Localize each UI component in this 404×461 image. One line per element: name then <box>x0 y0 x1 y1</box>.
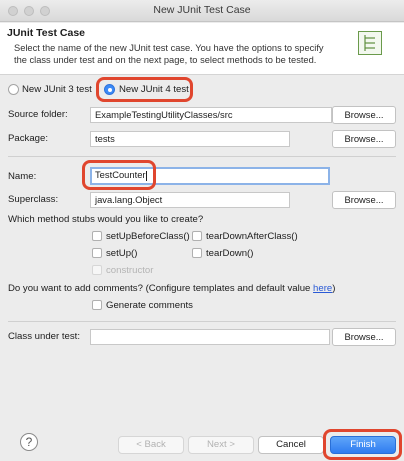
teardown-checkbox[interactable] <box>192 248 202 258</box>
junit3-radio[interactable] <box>8 84 19 95</box>
separator <box>8 156 396 157</box>
setup-label: setUp() <box>106 248 138 259</box>
wizard-title: JUnit Test Case <box>7 27 85 39</box>
comments-question-text: Do you want to add comments? (Configure … <box>8 283 314 294</box>
generate-comments-label: Generate comments <box>106 300 193 311</box>
source-folder-browse-button[interactable]: Browse... <box>332 106 396 124</box>
junit-wizard-icon <box>358 31 382 55</box>
configure-templates-link[interactable]: here <box>313 283 332 294</box>
teardown-label: tearDown() <box>206 248 254 259</box>
superclass-label: Superclass: <box>8 194 59 205</box>
teardownafterclass-checkbox[interactable] <box>192 231 202 241</box>
generate-comments-checkbox[interactable] <box>92 300 102 310</box>
junit3-label: New JUnit 3 test <box>22 84 92 95</box>
cancel-button[interactable]: Cancel <box>258 436 324 454</box>
class-under-test-label: Class under test: <box>8 331 80 342</box>
title-bar: New JUnit Test Case <box>0 0 404 22</box>
finish-highlight <box>323 429 402 460</box>
class-under-test-field[interactable] <box>90 329 330 345</box>
package-browse-button[interactable]: Browse... <box>332 130 396 148</box>
teardownafterclass-label: tearDownAfterClass() <box>206 231 298 242</box>
superclass-browse-button[interactable]: Browse... <box>332 191 396 209</box>
window-title: New JUnit Test Case <box>153 4 251 16</box>
class-under-test-browse-button[interactable]: Browse... <box>332 328 396 346</box>
setup-checkbox[interactable] <box>92 248 102 258</box>
source-folder-label: Source folder: <box>8 109 68 120</box>
back-button[interactable]: < Back <box>118 436 184 454</box>
setupbeforeclass-checkbox[interactable] <box>92 231 102 241</box>
setupbeforeclass-label: setUpBeforeClass() <box>106 231 190 242</box>
wizard-header: JUnit Test Case Select the name of the n… <box>0 23 404 75</box>
junit-wizard-window: New JUnit Test Case JUnit Test Case Sele… <box>0 0 404 461</box>
wizard-description: Select the name of the new JUnit test ca… <box>14 43 324 65</box>
package-label: Package: <box>8 133 49 144</box>
name-highlight <box>82 160 156 190</box>
separator <box>8 321 396 322</box>
constructor-label: constructor <box>106 265 154 276</box>
next-button[interactable]: Next > <box>188 436 254 454</box>
comments-question: Do you want to add comments? (Configure … <box>8 283 335 294</box>
junit4-highlight <box>96 77 193 102</box>
superclass-field[interactable]: java.lang.Object <box>90 192 290 208</box>
constructor-checkbox <box>92 265 102 275</box>
comments-question-suffix: ) <box>332 283 336 294</box>
package-field[interactable]: tests <box>90 131 290 147</box>
source-folder-field[interactable]: ExampleTestingUtilityClasses/src <box>90 107 332 123</box>
stubs-question: Which method stubs would you like to cre… <box>8 214 204 225</box>
name-label: Name: <box>8 171 37 182</box>
wizard-body: New JUnit 3 test New JUnit 4 test Source… <box>0 76 404 416</box>
help-icon[interactable]: ? <box>20 433 38 451</box>
wizard-footer: ? < Back Next > Cancel Finish <box>0 418 404 461</box>
